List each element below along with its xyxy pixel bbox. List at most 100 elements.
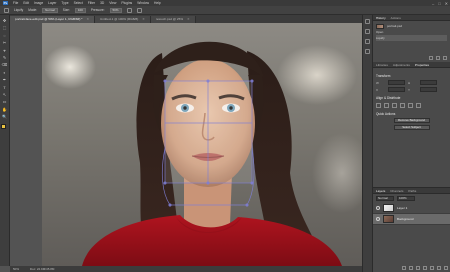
- align-left-icon[interactable]: [376, 103, 381, 108]
- path-select-tool-icon[interactable]: ↖: [2, 92, 7, 97]
- size-field[interactable]: 100: [74, 7, 86, 13]
- menu-item-type[interactable]: Type: [61, 1, 68, 5]
- gradient-tool-icon[interactable]: ◐: [2, 70, 7, 75]
- move-tool-icon[interactable]: ✥: [2, 18, 7, 23]
- opacity-field[interactable]: 100%: [397, 196, 415, 201]
- menu-item-image[interactable]: Image: [34, 1, 43, 5]
- pen-tool-icon[interactable]: ✒: [2, 77, 7, 82]
- eraser-tool-icon[interactable]: ⌫: [2, 62, 8, 67]
- mode-label: Mode:: [28, 8, 38, 12]
- close-tab-icon[interactable]: ✕: [86, 17, 89, 21]
- properties-panel-icon[interactable]: [365, 29, 370, 34]
- hand-tool-icon[interactable]: ✋: [2, 107, 7, 112]
- align-section-title: Align & Distribute: [376, 96, 401, 100]
- tab-document[interactable]: retouch.psd @ 25% ✕: [150, 16, 196, 23]
- new-snapshot-icon[interactable]: [429, 56, 433, 60]
- new-layer-icon[interactable]: [437, 266, 441, 270]
- history-panel: portrait.psd Open Liquify: [373, 21, 450, 62]
- marquee-tool-icon[interactable]: ⬚: [2, 25, 7, 30]
- blend-mode-select[interactable]: Normal: [376, 196, 394, 201]
- camera-icon[interactable]: [436, 56, 440, 60]
- position-fields: X Y: [376, 87, 447, 92]
- remove-background-button[interactable]: Remove Background: [393, 118, 430, 123]
- menu-item-filter[interactable]: Filter: [88, 1, 95, 5]
- layer-name: Layer 1: [397, 206, 408, 210]
- tab-properties[interactable]: Properties: [415, 63, 429, 67]
- tab-actions[interactable]: Actions: [391, 16, 401, 20]
- canvas-area[interactable]: [10, 23, 362, 266]
- menu-item-view[interactable]: View: [109, 1, 116, 5]
- tab-document[interactable]: Untitled-1 @ 100% (RGB/8) ✕: [95, 16, 151, 23]
- tab-history[interactable]: History: [376, 16, 386, 20]
- folder-icon[interactable]: [430, 266, 434, 270]
- shape-tool-icon[interactable]: ▭: [2, 99, 7, 104]
- layer-thumbnail: [383, 215, 394, 223]
- menu-item-select[interactable]: Select: [74, 1, 83, 5]
- align-top-icon[interactable]: [400, 103, 405, 108]
- transform-section-title: Transform: [376, 74, 391, 78]
- align-right-icon[interactable]: [392, 103, 397, 108]
- y-field[interactable]: [420, 87, 437, 92]
- menu-item-edit[interactable]: Edit: [23, 1, 29, 5]
- menu-item-3d[interactable]: 3D: [100, 1, 104, 5]
- zoom-level[interactable]: 50%: [13, 267, 19, 271]
- brush-tool-icon[interactable]: ✎: [2, 55, 7, 60]
- layer-row[interactable]: Layer 1: [373, 203, 450, 214]
- eyedropper-tool-icon[interactable]: ⌖: [2, 48, 7, 53]
- close-icon[interactable]: ✕: [445, 1, 448, 6]
- height-field[interactable]: [420, 80, 437, 85]
- eye-icon[interactable]: [376, 217, 380, 221]
- tab-adjustments[interactable]: Adjustments: [393, 63, 410, 67]
- select-subject-button[interactable]: Select Subject: [393, 125, 430, 130]
- height-label: H: [408, 80, 411, 85]
- maximize-icon[interactable]: □: [438, 1, 440, 6]
- color-swatches[interactable]: [1, 124, 8, 133]
- align-center-icon[interactable]: [384, 103, 389, 108]
- tab-label: Untitled-1 @ 100% (RGB/8): [100, 17, 139, 21]
- tab-libraries[interactable]: Libraries: [376, 63, 388, 67]
- app-logo-icon[interactable]: Ps: [3, 1, 8, 5]
- eye-icon[interactable]: [376, 206, 380, 210]
- menu-item-plugins[interactable]: Plugins: [121, 1, 132, 5]
- portrait-illustration: [82, 41, 342, 266]
- width-field[interactable]: [388, 80, 405, 85]
- foreground-color-swatch[interactable]: [1, 124, 6, 130]
- fx-icon[interactable]: [409, 266, 413, 270]
- layer-row-selected[interactable]: Background: [373, 214, 450, 225]
- portrait-photo[interactable]: [42, 23, 362, 266]
- document-size: Doc: 22.9M/45.8M: [29, 267, 55, 271]
- settings-icon[interactable]: [136, 7, 142, 13]
- pressure-field[interactable]: 50%: [109, 7, 122, 13]
- adjustment-layer-icon[interactable]: [423, 266, 427, 270]
- layers-panel-icon[interactable]: [365, 49, 370, 54]
- tab-channels[interactable]: Channels: [390, 189, 403, 193]
- menu-item-help[interactable]: Help: [154, 1, 161, 5]
- close-tab-icon[interactable]: ✕: [187, 17, 190, 21]
- menu-item-file[interactable]: File: [13, 1, 18, 5]
- type-tool-icon[interactable]: T: [2, 85, 7, 90]
- trash-icon[interactable]: [443, 56, 447, 60]
- tab-paths[interactable]: Paths: [408, 189, 416, 193]
- tab-document-active[interactable]: portrait-face-edit.psd @ 50% (Layer 1, R…: [10, 16, 96, 23]
- align-bottom-icon[interactable]: [416, 103, 421, 108]
- zoom-tool-icon[interactable]: 🔍: [2, 114, 7, 119]
- tab-layers[interactable]: Layers: [376, 189, 385, 193]
- mode-select[interactable]: Normal: [42, 7, 58, 13]
- align-middle-icon[interactable]: [408, 103, 413, 108]
- airbrush-icon[interactable]: [126, 7, 132, 13]
- x-field[interactable]: [388, 87, 405, 92]
- close-tab-icon[interactable]: ✕: [142, 17, 145, 21]
- trash-icon[interactable]: [444, 266, 448, 270]
- lasso-tool-icon[interactable]: ◌: [2, 33, 7, 38]
- history-panel-icon[interactable]: [365, 19, 370, 24]
- adjustments-panel-icon[interactable]: [365, 39, 370, 44]
- mask-icon[interactable]: [416, 266, 420, 270]
- link-icon[interactable]: [402, 266, 406, 270]
- menu-item-window[interactable]: Window: [137, 1, 149, 5]
- crop-tool-icon[interactable]: ✂: [2, 40, 7, 45]
- history-item-selected[interactable]: Liquify: [376, 35, 447, 41]
- tool-preset-icon[interactable]: [4, 7, 9, 13]
- history-item-label: portrait.psd: [387, 24, 403, 28]
- menu-item-layer[interactable]: Layer: [48, 1, 56, 5]
- minimize-icon[interactable]: –: [432, 1, 434, 6]
